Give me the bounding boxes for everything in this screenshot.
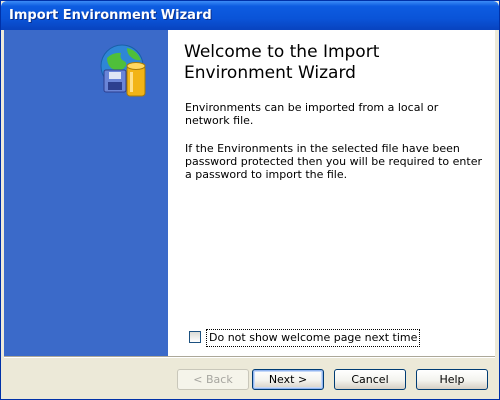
window-title: Import Environment Wizard (9, 8, 212, 23)
help-button[interactable]: Help (416, 369, 488, 390)
back-button[interactable]: < Back (177, 369, 249, 390)
globe-database-floppy-icon (100, 44, 146, 97)
footer-divider (4, 356, 495, 358)
dont-show-welcome-checkbox[interactable] (189, 331, 201, 343)
import-environment-wizard-window: Import Environment Wizard Welcome to the… (0, 0, 500, 400)
page-title: Welcome to the Import Environment Wizard (184, 42, 380, 83)
password-info-text: If the Environments in the selected file… (185, 142, 483, 181)
intro-text: Environments can be imported from a loca… (185, 101, 439, 127)
cancel-button[interactable]: Cancel (334, 369, 406, 390)
dont-show-welcome-label[interactable]: Do not show welcome page next time (206, 329, 421, 347)
title-bar[interactable]: Import Environment Wizard (1, 1, 499, 30)
next-button[interactable]: Next > (252, 369, 324, 390)
